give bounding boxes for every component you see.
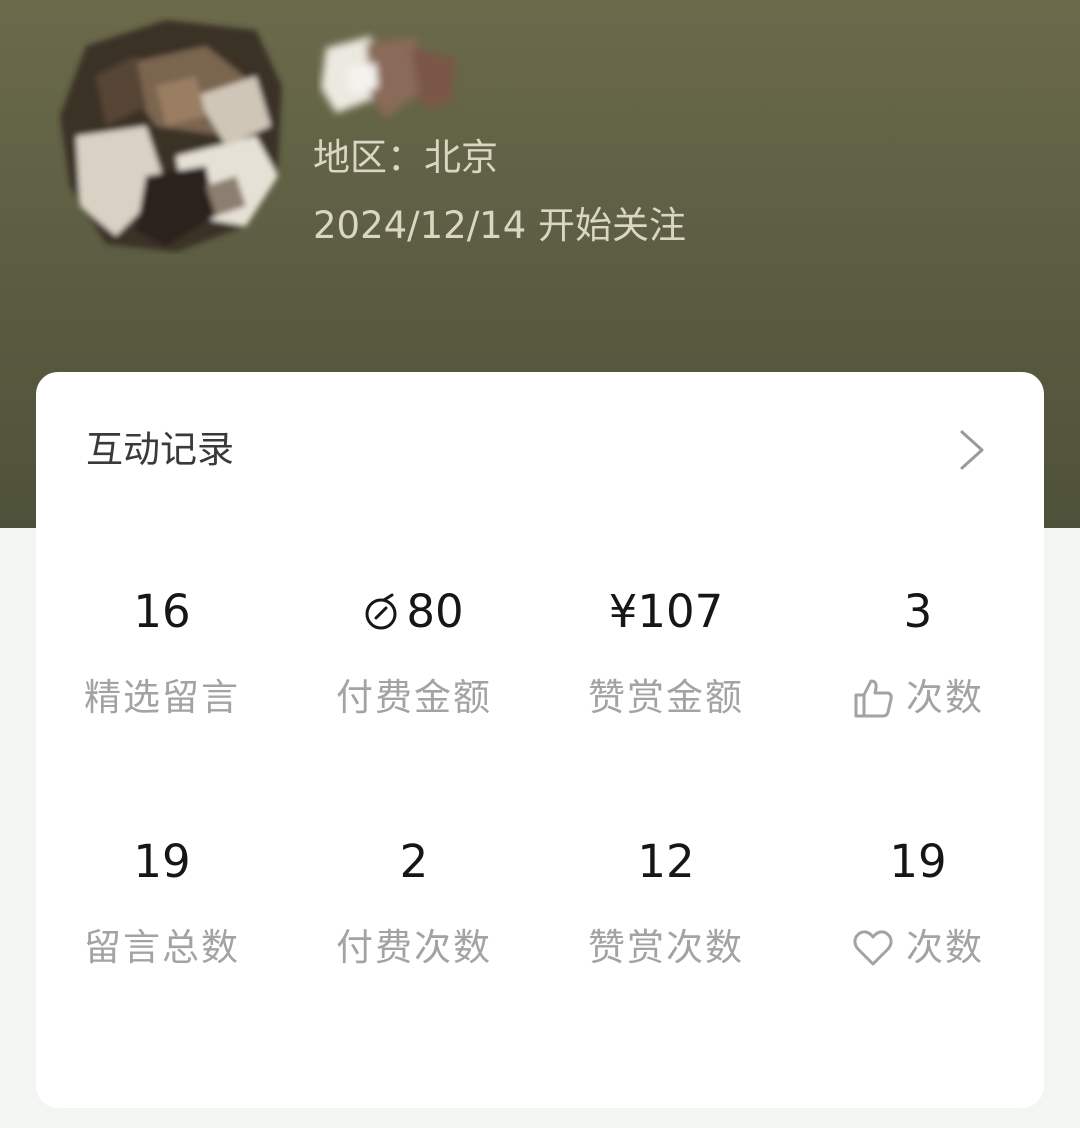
- stat-label: 留言总数: [84, 926, 240, 969]
- stat-label: 精选留言: [84, 676, 240, 719]
- stat-paid-amount[interactable]: 80 付费金额: [288, 582, 540, 724]
- chevron-right-icon[interactable]: [956, 428, 988, 472]
- stat-value: 19: [133, 835, 191, 888]
- stat-label: 次数: [792, 922, 1044, 974]
- stat-label: 赞赏金额: [588, 676, 744, 719]
- stat-label: 次数: [792, 672, 1044, 724]
- stat-featured-comments[interactable]: 16 精选留言: [36, 582, 288, 724]
- card-title[interactable]: 互动记录: [86, 424, 234, 476]
- stat-value: 3: [903, 585, 933, 638]
- heart-icon: [853, 930, 893, 966]
- stat-value: ¥107: [608, 585, 724, 638]
- thumbs-up-icon: [854, 679, 893, 718]
- stat-like-count[interactable]: 3 次数: [792, 582, 1044, 724]
- stat-reward-count[interactable]: 12 赞赏次数: [540, 832, 792, 974]
- avatar[interactable]: [56, 16, 288, 254]
- stat-value: 80: [288, 582, 540, 642]
- stat-paid-count[interactable]: 2 付费次数: [288, 832, 540, 974]
- stat-label: 赞赏次数: [588, 926, 744, 969]
- stat-value: 19: [889, 835, 947, 888]
- stat-value: 2: [399, 835, 429, 888]
- interaction-record-card: 互动记录 16 精选留言 80 付费金额 ¥107 赞赏金额 3 次数 19 留…: [36, 372, 1044, 1108]
- stat-reward-amount[interactable]: ¥107 赞赏金额: [540, 582, 792, 724]
- nickname-blurred: [321, 36, 456, 118]
- stat-heart-count[interactable]: 19 次数: [792, 832, 1044, 974]
- stat-total-comments[interactable]: 19 留言总数: [36, 832, 288, 974]
- stat-value: 12: [637, 835, 695, 888]
- stat-value: 16: [133, 585, 191, 638]
- stat-label: 付费次数: [336, 926, 492, 969]
- follow-date-text: 2024/12/14 开始关注: [313, 204, 687, 247]
- region-text: 地区：北京: [313, 136, 498, 179]
- coin-icon: [365, 593, 397, 630]
- stat-label: 付费金额: [336, 676, 492, 719]
